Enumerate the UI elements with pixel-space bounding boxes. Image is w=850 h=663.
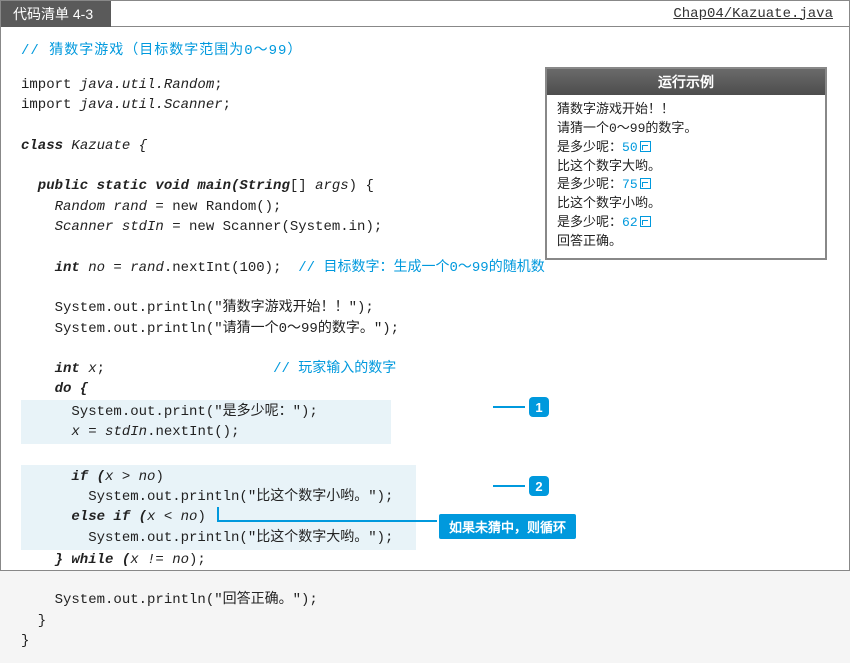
example-line: 比这个数字小哟。	[557, 195, 815, 214]
connector-line	[493, 485, 525, 487]
code-line: class Kazuate {	[21, 138, 147, 154]
example-line: 是多少呢：50	[557, 139, 815, 158]
code-line: System.out.println("猜数字游戏开始！！");	[21, 300, 374, 316]
code-line: }	[21, 633, 29, 649]
content-area: // 猜数字游戏（目标数字范围为0～99） import java.util.R…	[1, 27, 849, 663]
return-icon	[640, 178, 651, 189]
return-icon	[640, 216, 651, 227]
code-line: do {	[21, 381, 88, 397]
badge-1: 1	[529, 397, 549, 417]
return-icon	[640, 141, 651, 152]
code-line: }	[21, 613, 46, 629]
code-line: } while (x != no);	[21, 552, 206, 568]
example-line: 是多少呢：62	[557, 214, 815, 233]
note-connector-line	[217, 520, 437, 522]
example-line: 是多少呢：75	[557, 176, 815, 195]
example-line: 回答正确。	[557, 233, 815, 252]
example-title: 运行示例	[547, 69, 825, 95]
code-line: import java.util.Random;	[21, 77, 223, 93]
header-bar: 代码清单 4-3 Chap04/Kazuate.java	[1, 1, 849, 27]
code-line: System.out.println("请猜一个0～99的数字。");	[21, 321, 399, 337]
code-line: Random rand = new Random();	[21, 199, 281, 215]
listing-title: 代码清单 4-3	[1, 1, 111, 27]
note-callout: 如果未猜中，则循环	[439, 514, 576, 539]
code-line: System.out.println("回答正确。");	[21, 592, 318, 608]
code-line: import java.util.Scanner;	[21, 97, 231, 113]
example-line: 比这个数字大哟。	[557, 158, 815, 177]
example-body: 猜数字游戏开始！！ 请猜一个0～99的数字。 是多少呢：50 比这个数字大哟。 …	[547, 95, 825, 258]
page-container: 代码清单 4-3 Chap04/Kazuate.java // 猜数字游戏（目标…	[0, 0, 850, 571]
example-box: 运行示例 猜数字游戏开始！！ 请猜一个0～99的数字。 是多少呢：50 比这个数…	[545, 67, 827, 260]
code-line: int x; // 玩家输入的数字	[21, 361, 396, 377]
example-line: 请猜一个0～99的数字。	[557, 120, 815, 139]
file-path: Chap04/Kazuate.java	[673, 6, 833, 22]
highlight-block-1: System.out.print("是多少呢："); x = stdIn.nex…	[21, 400, 391, 445]
top-comment: // 猜数字游戏（目标数字范围为0～99）	[21, 39, 829, 59]
code-line: Scanner stdIn = new Scanner(System.in);	[21, 219, 382, 235]
badge-2: 2	[529, 476, 549, 496]
example-line: 猜数字游戏开始！！	[557, 101, 815, 120]
code-line: public static void main(String[] args) {	[21, 178, 374, 194]
connector-line	[493, 406, 525, 408]
code-line: int no = rand.nextInt(100); // 目标数字：生成一个…	[21, 260, 545, 276]
